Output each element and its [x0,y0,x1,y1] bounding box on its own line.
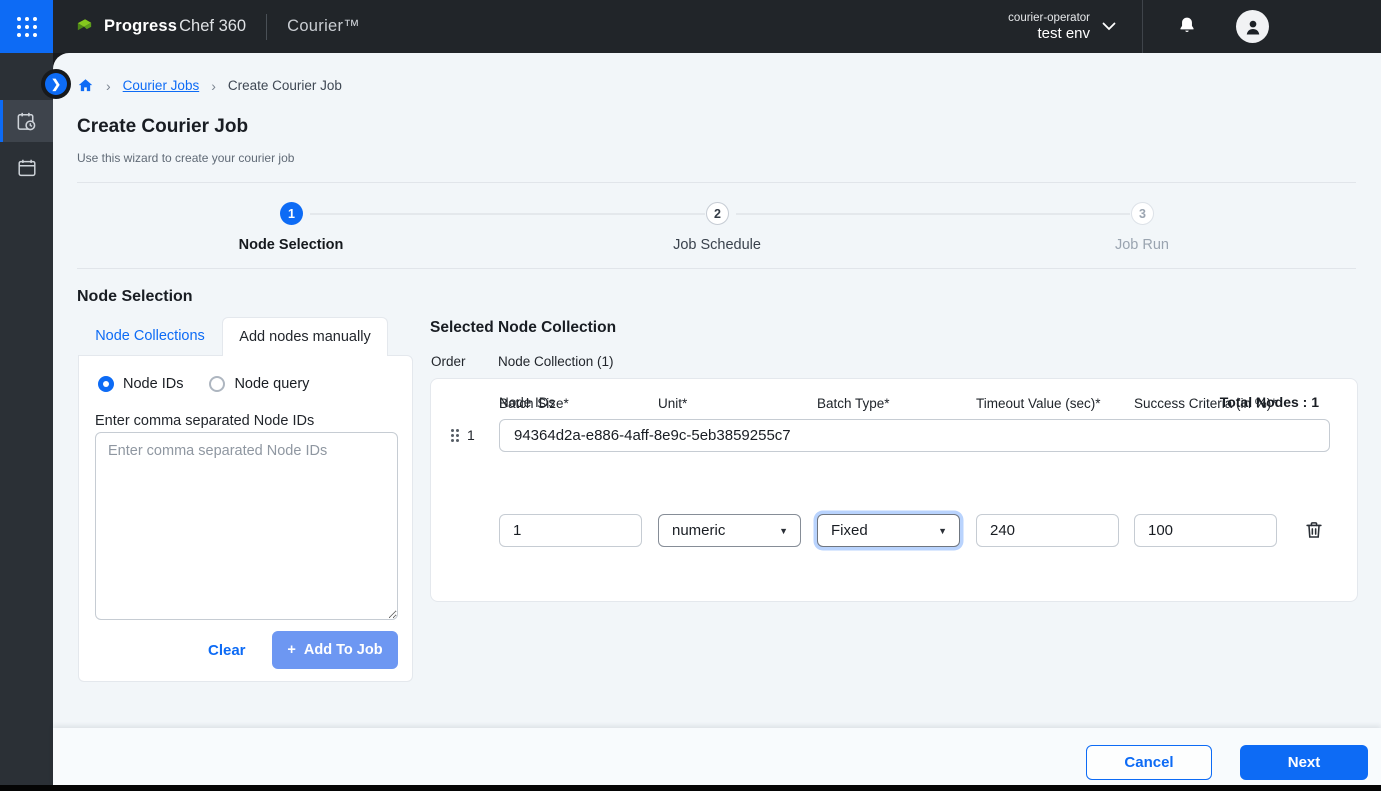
chevron-right-icon: ❯ [51,77,61,91]
sidebar [0,53,53,785]
breadcrumb-current: Create Courier Job [228,78,342,93]
brand: ProgressChef 360 Courier™ [75,0,360,53]
chevron-down-icon [1102,22,1116,31]
sidebar-expand-button[interactable]: ❯ [45,73,67,95]
unit-select-value: numeric [672,522,725,539]
radio-node-ids[interactable]: Node IDs [98,376,183,392]
radio-node-query-label: Node query [234,376,309,392]
topbar-divider [1142,0,1143,53]
batch-type-label: Batch Type* [817,395,967,412]
step-2-circle[interactable]: 2 [706,202,729,225]
unit-label: Unit* [658,395,808,412]
home-icon[interactable] [77,77,94,94]
breadcrumb-link-courier-jobs[interactable]: Courier Jobs [123,78,200,93]
node-input-mode-group: Node IDs Node query [98,376,309,392]
add-to-job-button[interactable]: + Add To Job [272,631,398,669]
radio-selected-icon [98,376,114,392]
window-bottom-edge [0,785,1381,791]
batch-type-select-value: Fixed [831,522,868,539]
breadcrumb-separator: › [211,78,216,94]
node-ids-textarea-label: Enter comma separated Node IDs [95,413,314,429]
add-nodes-panel: Node IDs Node query Enter comma separate… [78,355,413,682]
app-window: ProgressChef 360 Courier™ courier-operat… [0,0,1381,791]
brand-chef: Chef 360 [179,17,246,35]
breadcrumb-separator: › [106,78,111,94]
row-order-number: 1 [467,427,475,443]
step-connector [310,213,705,215]
radio-node-query[interactable]: Node query [209,376,309,392]
node-ids-input[interactable] [499,419,1330,452]
avatar[interactable] [1236,10,1269,43]
page-title: Create Courier Job [77,116,248,138]
calendar-clock-icon [15,110,38,133]
timeout-label: Timeout Value (sec)* [976,395,1126,412]
brand-divider [266,14,267,40]
next-button[interactable]: Next [1240,745,1368,780]
step-2-label: Job Schedule [607,237,827,253]
radio-unselected-icon [209,376,225,392]
account-org: courier-operator [1008,11,1090,25]
clear-button[interactable]: Clear [208,642,246,659]
select-arrow-icon: ▼ [779,526,788,536]
progress-logo-icon [75,17,94,36]
delete-row-button[interactable] [1303,519,1325,541]
step-3-label: Job Run [1032,237,1252,253]
success-criteria-label: Success Criteria (in %)* [1134,395,1284,412]
page-subtitle: Use this wizard to create your courier j… [77,151,294,165]
step-1-circle[interactable]: 1 [280,202,303,225]
drag-handle-icon[interactable] [451,429,459,442]
node-ids-textarea[interactable] [95,432,398,620]
add-to-job-label: Add To Job [304,642,383,658]
batch-type-select[interactable]: Fixed ▼ [817,514,960,547]
step-1-label: Node Selection [181,237,401,253]
divider [77,268,1356,269]
node-selection-heading: Node Selection [77,288,193,306]
sidebar-item-schedules[interactable] [0,147,53,189]
app-launcher-button[interactable] [0,0,53,53]
unit-select[interactable]: numeric ▼ [658,514,801,547]
calendar-icon [16,157,38,179]
brand-progress: Progress [104,17,177,35]
wizard-footer: Cancel Next [53,728,1381,785]
topbar: ProgressChef 360 Courier™ courier-operat… [0,0,1381,53]
sidebar-item-courier-jobs[interactable] [0,100,53,142]
collection-column-header: Node Collection (1) [498,354,614,369]
selected-collection-heading: Selected Node Collection [430,319,616,337]
account-menu[interactable]: courier-operator test env [1008,0,1116,53]
row-order-cell: 1 [451,427,475,443]
batch-size-input[interactable] [499,514,642,547]
tab-node-collections[interactable]: Node Collections [78,317,222,354]
trash-icon [1303,519,1325,541]
radio-node-ids-label: Node IDs [123,376,183,392]
plus-icon: + [287,642,295,658]
grid-dots-icon [17,17,37,37]
node-collection-card: Node IDs Total Nodes : 1 1 Batch Size* U… [430,378,1358,602]
batch-size-label: Batch Size* [499,395,649,412]
breadcrumb: › Courier Jobs › Create Courier Job [77,77,342,94]
success-criteria-input[interactable] [1134,514,1277,547]
step-3-circle[interactable]: 3 [1131,202,1154,225]
timeout-input[interactable] [976,514,1119,547]
brand-product: Courier™ [287,17,360,36]
select-arrow-icon: ▼ [938,526,947,536]
divider [77,182,1356,183]
cancel-button[interactable]: Cancel [1086,745,1212,780]
account-env: test env [1008,25,1090,43]
order-column-header: Order [431,354,466,369]
step-connector [736,213,1130,215]
notifications-bell-icon[interactable] [1176,15,1198,37]
tab-add-nodes-manually[interactable]: Add nodes manually [222,317,388,356]
